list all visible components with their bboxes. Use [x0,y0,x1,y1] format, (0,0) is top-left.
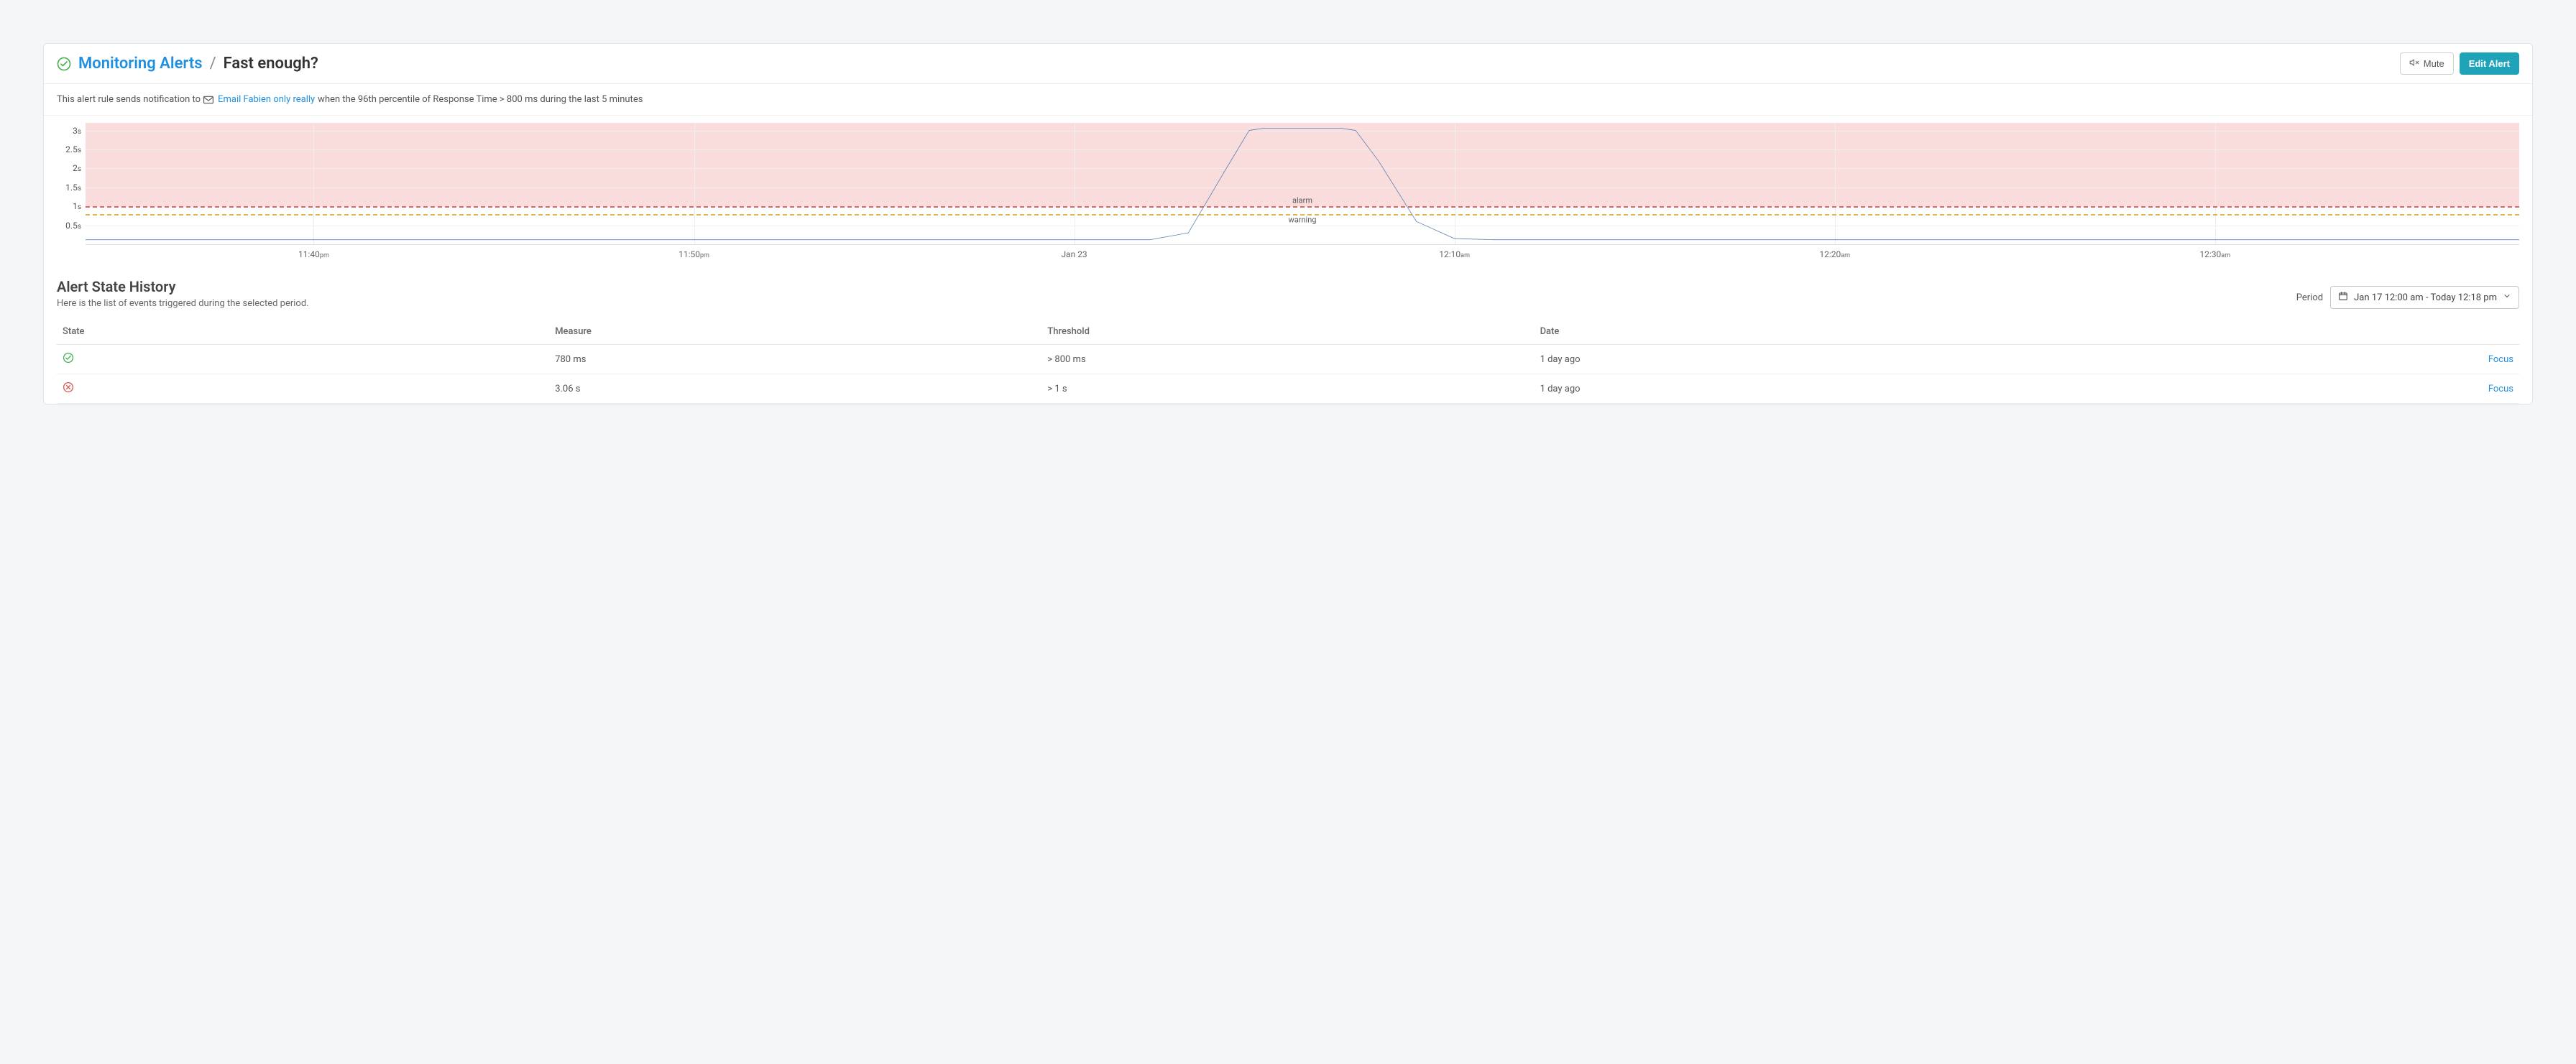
mute-icon [2409,57,2419,70]
x-tick-label: 12:30am [2199,249,2230,259]
alert-detail-card: Monitoring Alerts / Fast enough? Mute Ed… [43,43,2533,404]
focus-link[interactable]: Focus [2488,384,2513,394]
cell-date: 1 day ago [1535,374,2273,404]
alert-rule-summary: This alert rule sends notification to Em… [44,84,2532,116]
y-tick-label: 2.5s [65,144,86,154]
y-tick-label: 3s [73,126,86,136]
cell-threshold: > 800 ms [1041,345,1534,374]
col-date: Date [1535,319,2273,345]
col-threshold: Threshold [1041,319,1534,345]
cell-measure: 3.06 s [549,374,1041,404]
cell-measure: 780 ms [549,345,1041,374]
x-tick-label: 11:40pm [298,249,329,259]
header-actions: Mute Edit Alert [2400,52,2519,75]
status-ok-icon [57,57,71,71]
table-row: 3.06 s> 1 s1 day ago Focus [57,374,2519,404]
mute-label: Mute [2424,58,2444,69]
edit-alert-label: Edit Alert [2469,58,2510,69]
chart-container: 0.5s1s1.5s2s2.5s3salarmwarning 11:40pm11… [44,116,2532,268]
history-table: State Measure Threshold Date 780 ms> 800… [57,319,2519,404]
x-tick-label: 12:20am [1819,249,1850,259]
period-label: Period [2296,292,2323,303]
period-select[interactable]: Jan 17 12:00 am - Today 12:18 pm [2330,286,2519,309]
header-bar: Monitoring Alerts / Fast enough? Mute Ed… [44,44,2532,84]
breadcrumb-current: Fast enough? [224,55,318,73]
rule-prefix: This alert rule sends notification to [57,94,201,105]
col-state: State [57,319,549,345]
breadcrumb: Monitoring Alerts / Fast enough? [57,55,318,73]
y-tick-label: 1s [73,201,86,211]
period-value: Jan 17 12:00 am - Today 12:18 pm [2354,292,2497,303]
y-tick-label: 0.5s [65,221,86,231]
x-tick-label: Jan 23 [1061,249,1087,259]
breadcrumb-separator: / [210,55,216,73]
notification-target-link[interactable]: Email Fabien only really [218,94,315,105]
history-title: Alert State History [57,278,309,295]
state-alert-icon [63,385,74,396]
period-picker-row: Period Jan 17 12:00 am - Today 12:18 pm [2296,286,2519,309]
y-tick-label: 2s [73,163,86,173]
chevron-down-icon [2503,292,2511,303]
x-tick-label: 11:50pm [678,249,709,259]
y-tick-label: 1.5s [65,182,86,193]
cell-threshold: > 1 s [1041,374,1534,404]
response-time-chart[interactable]: 0.5s1s1.5s2s2.5s3salarmwarning [86,123,2519,245]
chart-x-axis: 11:40pm 11:50pm Jan 23 12:10am 12:20am 12:30a… [86,245,2519,265]
alert-history-section: Alert State History Here is the list of … [44,268,2532,404]
mute-button[interactable]: Mute [2400,52,2454,75]
x-tick-label: 12:10am [1439,249,1470,259]
state-ok-icon [63,356,74,366]
table-row: 780 ms> 800 ms1 day ago Focus [57,345,2519,374]
edit-alert-button[interactable]: Edit Alert [2460,52,2519,75]
focus-link[interactable]: Focus [2488,354,2513,365]
breadcrumb-root-link[interactable]: Monitoring Alerts [78,55,203,73]
calendar-icon [2338,291,2348,304]
rule-suffix: when the 96th percentile of Response Tim… [318,94,643,105]
history-subtitle: Here is the list of events triggered dur… [57,298,309,309]
cell-date: 1 day ago [1535,345,2273,374]
col-measure: Measure [549,319,1041,345]
mail-icon [203,96,213,104]
